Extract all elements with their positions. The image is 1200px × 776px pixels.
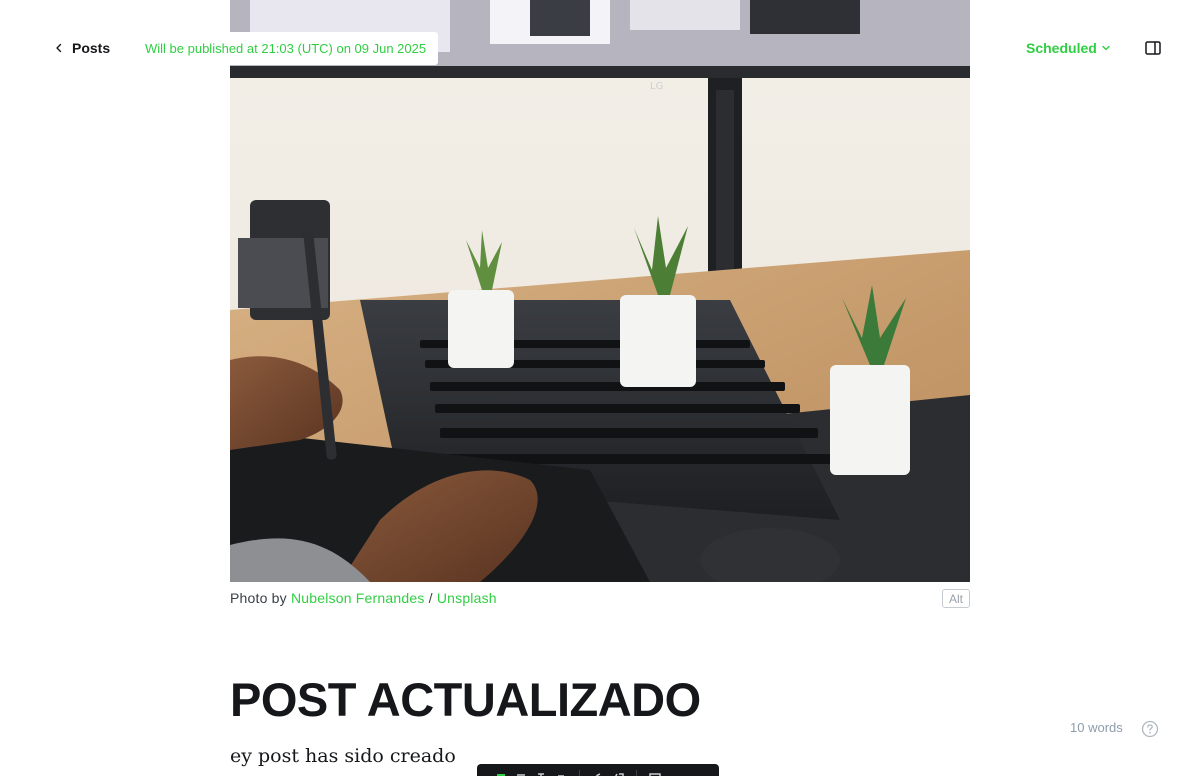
post-status-dropdown[interactable]: Scheduled: [1026, 38, 1111, 58]
feature-image[interactable]: LG: [230, 0, 970, 582]
sidebar-toggle-icon[interactable]: [1144, 39, 1162, 57]
publish-schedule-note: Will be published at 21:03 (UTC) on 09 J…: [133, 32, 439, 65]
post-editor: LG Posts Will be published at 21:03 (UTC…: [0, 0, 1200, 776]
post-title[interactable]: POST ACTUALIZADO: [230, 672, 701, 728]
post-body-paragraph[interactable]: ey post has sido creado: [230, 745, 456, 767]
back-to-posts-link[interactable]: Posts: [54, 38, 110, 58]
subheading-icon[interactable]: [551, 770, 571, 776]
quote-icon[interactable]: [588, 770, 608, 776]
snippet-icon[interactable]: [645, 770, 665, 776]
back-link-label: Posts: [72, 40, 111, 56]
unsplash-link[interactable]: Unsplash: [437, 590, 497, 606]
chevron-down-icon: [1102, 45, 1110, 51]
heading-icon[interactable]: [531, 770, 551, 776]
alt-text-button[interactable]: Alt: [942, 589, 970, 608]
word-count: 10 words: [1070, 720, 1123, 735]
formatting-toolbar: [477, 764, 719, 776]
status-label: Scheduled: [1026, 40, 1097, 56]
chevron-left-icon: [56, 43, 62, 53]
bold-icon[interactable]: [491, 770, 511, 776]
svg-text:LG: LG: [650, 81, 663, 92]
caption-prefix: Photo by: [230, 590, 287, 606]
image-caption[interactable]: Photo by Nubelson Fernandes / Unsplash: [230, 590, 497, 606]
toolbar-divider: [579, 770, 580, 776]
toolbar-divider: [636, 770, 637, 776]
italic-icon[interactable]: [511, 770, 531, 776]
photographer-link[interactable]: Nubelson Fernandes: [291, 590, 425, 606]
caption-separator: /: [428, 590, 433, 606]
link-icon[interactable]: [608, 770, 628, 776]
help-circle-icon[interactable]: [1141, 720, 1159, 738]
